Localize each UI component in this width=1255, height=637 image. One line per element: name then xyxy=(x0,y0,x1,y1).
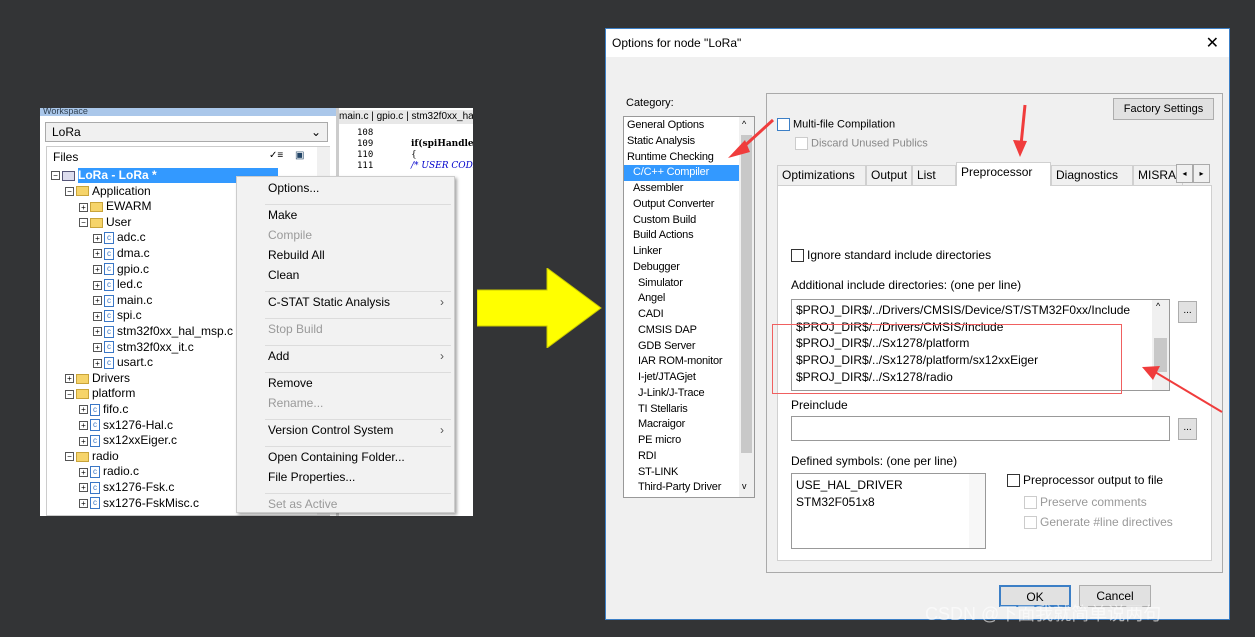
red-arrow-icon xyxy=(1013,104,1027,157)
tab-preprocessor[interactable]: Preprocessor xyxy=(956,162,1051,186)
red-arrow-icon xyxy=(728,118,775,158)
watermark: CSDN @下面我就简单说两句 xyxy=(925,604,1162,624)
annotation-arrows xyxy=(728,104,1223,413)
red-arrow-icon xyxy=(1142,366,1223,413)
